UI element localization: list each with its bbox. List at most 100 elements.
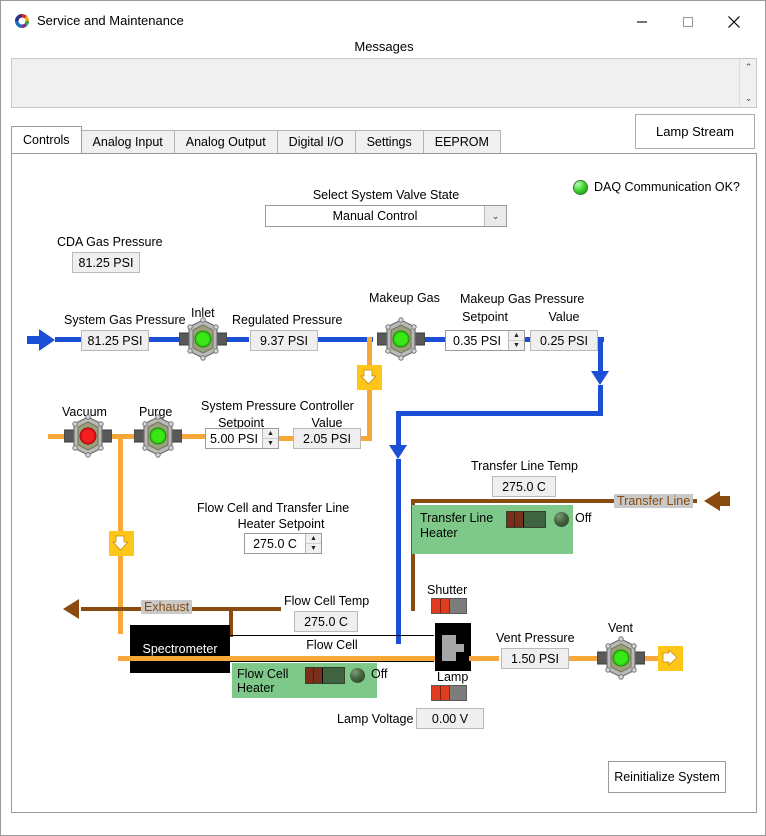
vent-valve-label: Vent (608, 621, 634, 635)
system-gas-pressure-label: System Gas Pressure (64, 313, 186, 327)
makeup-setpoint-spin-buttons[interactable]: ▲ ▼ (508, 331, 524, 350)
flow-cell-label: Flow Cell (306, 638, 358, 652)
scroll-down-icon[interactable]: ⌄ (740, 90, 757, 107)
pipe-sysgas-to-inlet (149, 337, 183, 342)
tab-controls[interactable]: Controls (11, 126, 82, 153)
transfer-line-heater-indicator (554, 512, 569, 527)
cda-gas-pressure-value: 81.25 PSI (72, 252, 140, 273)
regulated-pressure-value: 9.37 PSI (250, 330, 318, 351)
heater-setpoint-title-1: Flow Cell and Transfer Line (197, 501, 350, 515)
vent-pressure-label: Vent Pressure (496, 631, 575, 645)
heater-setpoint-stepper[interactable]: 275.0 C ▲ ▼ (244, 533, 322, 554)
flow-cell-top-edge (230, 635, 434, 636)
maximize-button[interactable] (665, 1, 711, 42)
spc-value: 2.05 PSI (293, 428, 361, 449)
spc-setpoint-down-icon[interactable]: ▼ (263, 439, 278, 448)
makeup-setpoint-label: Setpoint (462, 310, 508, 324)
messages-textarea[interactable]: ⌃ ⌄ (11, 58, 757, 108)
vent-outlet-arrow-icon[interactable] (658, 646, 683, 671)
spc-setpoint-spin-buttons[interactable]: ▲ ▼ (262, 429, 278, 448)
pipe-inlet-stub (27, 336, 41, 344)
transfer-line-heater-panel: Transfer Line Heater Off (412, 505, 591, 554)
chevron-down-icon[interactable]: ⌄ (484, 206, 506, 226)
reinitialize-system-button[interactable]: Reinitialize System (608, 761, 726, 793)
down-arrow-right-icon (591, 371, 609, 385)
tab-analog-input[interactable]: Analog Input (80, 130, 175, 153)
scroll-up-icon[interactable]: ⌃ (740, 59, 757, 76)
flow-cell-temp-label: Flow Cell Temp (284, 594, 370, 608)
spc-setpoint-value[interactable]: 5.00 PSI (206, 429, 262, 448)
app-icon (15, 14, 30, 28)
vacuum-valve-icon[interactable] (64, 414, 112, 458)
transfer-line-pipe-label: Transfer Line (614, 494, 694, 508)
transfer-line-heater-label-2: Heater (420, 526, 458, 540)
messages-scrollbar[interactable]: ⌃ ⌄ (739, 59, 756, 107)
pipe-makeup-to-setpoint (425, 337, 445, 342)
toggle-knob-2 (306, 668, 323, 683)
valve-state-value: Manual Control (332, 209, 418, 223)
shutter-state-indicator[interactable] (431, 598, 467, 614)
pipe-lamp-to-vent (469, 656, 499, 661)
tab-digital-io[interactable]: Digital I/O (276, 130, 356, 153)
spc-setpoint-stepper[interactable]: 5.00 PSI ▲ ▼ (205, 428, 279, 449)
tab-analog-output[interactable]: Analog Output (173, 130, 278, 153)
transfer-line-temp-value: 275.0 C (492, 476, 556, 497)
vent-valve-icon[interactable] (597, 636, 645, 680)
transfer-line-heater-state: Off (575, 511, 592, 525)
transfer-line-temp-label: Transfer Line Temp (471, 459, 578, 473)
pipe-inlet-to-reg (227, 337, 249, 342)
tab-eeprom[interactable]: EEPROM (422, 130, 501, 153)
makeup-setpoint-stepper[interactable]: 0.35 PSI ▲ ▼ (445, 330, 525, 351)
pipe-spc-up-to-makeup (367, 397, 372, 441)
tab-settings[interactable]: Settings (354, 130, 424, 153)
tab-bar: Controls Analog Input Analog Output Digi… (11, 126, 501, 153)
purge-valve-icon[interactable] (134, 414, 182, 458)
pipe-purge-to-spc (182, 434, 206, 439)
inlet-valve-icon[interactable] (179, 317, 227, 361)
flow-cell-heater-indicator (350, 668, 365, 683)
shutter-label: Shutter (427, 583, 468, 597)
transfer-line-heater-label-1: Transfer Line (420, 511, 494, 525)
makeup-setpoint-up-icon[interactable]: ▲ (509, 331, 524, 341)
pipe-vacuum-to-purge (112, 434, 134, 439)
makeup-setpoint-value[interactable]: 0.35 PSI (446, 331, 508, 350)
heater-setpoint-value[interactable]: 275.0 C (245, 534, 305, 553)
lamp-stream-button[interactable]: Lamp Stream (635, 114, 755, 149)
minimize-icon (637, 20, 647, 23)
spectrometer-exhaust-arrow-icon[interactable] (109, 531, 134, 556)
makeup-gas-pressure-group-label: Makeup Gas Pressure (460, 292, 585, 306)
regulated-pressure-label: Regulated Pressure (232, 313, 343, 327)
arrow-right-glyph (662, 649, 678, 666)
heater-setpoint-title-2: Heater Setpoint (237, 517, 325, 531)
heater-setpoint-down-icon[interactable]: ▼ (306, 544, 321, 553)
makeup-value-label: Value (548, 310, 580, 324)
shutter-indicator-grey (450, 599, 466, 613)
flow-cell-heater-label-1: Flow Cell (237, 667, 289, 681)
gas-inlet-arrow-icon (39, 329, 55, 351)
window-title: Service and Maintenance (37, 13, 184, 28)
lamp-label: Lamp (437, 670, 469, 684)
heater-setpoint-spin-buttons[interactable]: ▲ ▼ (305, 534, 321, 553)
daq-status-led (573, 180, 588, 195)
lamp-voltage-label: Lamp Voltage (337, 712, 414, 726)
pipe-vent-pressure-to-valve (569, 656, 597, 661)
flow-cell-heater-state: Off (371, 667, 388, 681)
spc-setpoint-up-icon[interactable]: ▲ (263, 429, 278, 439)
exhaust-pipe-label: Exhaust (141, 600, 193, 614)
minimize-button[interactable] (619, 1, 665, 42)
flow-cell-heater-panel: Flow Cell Heater Off (232, 663, 387, 698)
close-button[interactable] (711, 1, 757, 42)
makeup-setpoint-down-icon[interactable]: ▼ (509, 341, 524, 350)
pipe-center-down-1 (396, 411, 401, 446)
system-gas-pressure-value: 81.25 PSI (81, 330, 149, 351)
valve-state-select[interactable]: Manual Control ⌄ (265, 205, 507, 227)
heater-setpoint-up-icon[interactable]: ▲ (306, 534, 321, 544)
arrow-down-glyph (360, 369, 377, 385)
service-and-maintenance-window: Service and Maintenance Messages ⌃ ⌄ Lam… (0, 0, 766, 836)
pipe-vent-to-outlet (645, 656, 659, 661)
makeup-gas-valve-icon[interactable] (377, 317, 425, 361)
flow-cell-heater-toggle[interactable] (305, 667, 345, 684)
transfer-line-heater-toggle[interactable] (506, 511, 546, 528)
lamp-state-indicator[interactable] (431, 685, 467, 701)
makeup-exhaust-arrow-icon[interactable] (357, 365, 382, 390)
